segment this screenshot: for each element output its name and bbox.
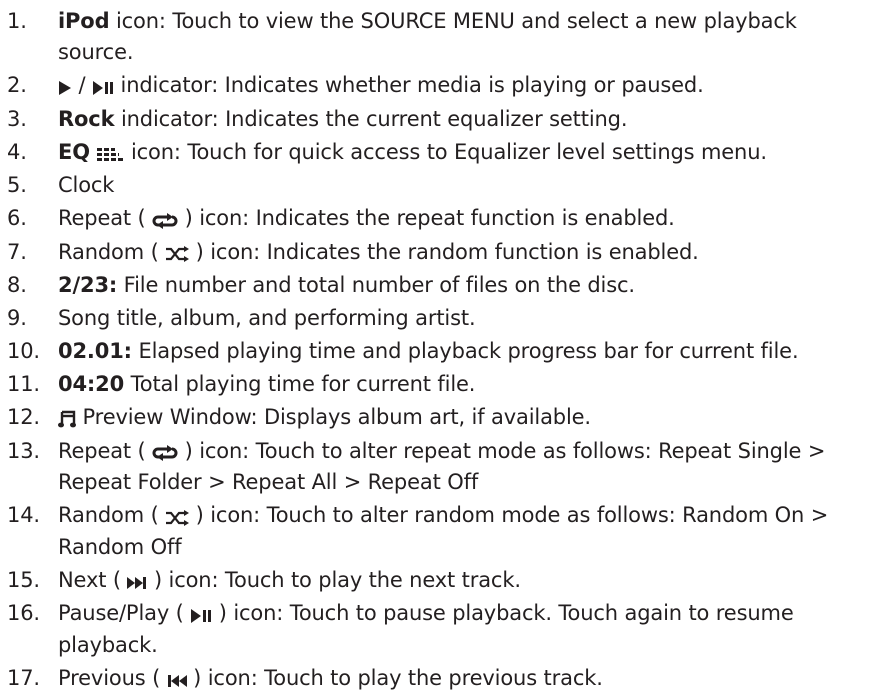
list-item: 15. Next ( ) icon: Touch to play the nex… (0, 565, 858, 597)
list-item: 3. Rock indicator: Indicates the current… (0, 104, 858, 135)
previous-track-icon (167, 663, 187, 694)
item-number: 15. (7, 565, 47, 596)
item-term: 04:20 (58, 372, 124, 396)
item-number: 7. (7, 237, 47, 268)
item-text: File number and total number of files on… (117, 273, 635, 297)
item-number: 10. (7, 336, 47, 367)
item-number: 3. (7, 104, 47, 135)
item-text: Preview Window: Displays album art, if a… (76, 405, 591, 429)
shuffle-icon (165, 501, 189, 532)
item-text: Song title, album, and performing artist… (58, 306, 476, 330)
item-number: 17. (7, 663, 47, 694)
list-item: 12. Preview Window: Displays album art, … (0, 402, 858, 434)
list-item: 7. Random ( ) icon: Indicates the random… (0, 237, 858, 269)
item-number: 6. (7, 203, 47, 234)
item-number: 2. (7, 70, 47, 101)
play-pause-icon (92, 71, 114, 102)
list-item: 11. 04:20 Total playing time for current… (0, 369, 858, 400)
item-prefix: Repeat ( (58, 439, 152, 463)
item-text: ) icon: Touch to play the next track. (147, 568, 520, 592)
item-text: ) icon: Indicates the repeat function is… (178, 206, 675, 230)
play-icon (58, 71, 72, 102)
list-item: 2. / indicator: Indicates whether media … (0, 70, 858, 102)
item-number: 14. (7, 500, 47, 531)
item-term: EQ (58, 140, 90, 164)
list-item: 10. 02.01: Elapsed playing time and play… (0, 336, 858, 367)
item-prefix: Random ( (58, 503, 165, 527)
list-item: 16. Pause/Play ( ) icon: Touch to pause … (0, 598, 858, 661)
list-item: 5. Clock (0, 170, 858, 201)
list-item: 4. EQ icon: Touch for quick access to Eq… (0, 137, 858, 169)
repeat-icon (152, 436, 178, 467)
item-number: 12. (7, 402, 47, 433)
list-item: 9. Song title, album, and performing art… (0, 303, 858, 334)
item-prefix: Random ( (58, 240, 165, 264)
equalizer-icon (96, 137, 124, 168)
item-term: iPod (58, 9, 109, 33)
item-term: Rock (58, 107, 114, 131)
item-text: icon: Touch to view the SOURCE MENU and … (58, 9, 797, 64)
play-pause-icon (190, 599, 212, 630)
numbered-list: 1. iPod icon: Touch to view the SOURCE M… (0, 0, 870, 694)
item-number: 1. (7, 6, 47, 37)
item-separator: / (72, 73, 92, 97)
item-text: ) icon: Indicates the random function is… (189, 240, 699, 264)
item-prefix: Pause/Play ( (58, 601, 190, 625)
item-number: 13. (7, 436, 47, 467)
item-number: 11. (7, 369, 47, 400)
item-term: 02.01: (58, 339, 132, 363)
item-term: 2/23: (58, 273, 117, 297)
item-number: 9. (7, 303, 47, 334)
item-number: 16. (7, 598, 47, 629)
list-item: 14. Random ( ) icon: Touch to alter rand… (0, 500, 858, 563)
item-prefix: Repeat ( (58, 206, 152, 230)
repeat-icon (152, 204, 178, 235)
item-number: 8. (7, 270, 47, 301)
item-text: Elapsed playing time and playback progre… (132, 339, 799, 363)
list-item: 13. Repeat ( ) icon: Touch to alter repe… (0, 436, 858, 499)
list-item: 8. 2/23: File number and total number of… (0, 270, 858, 301)
list-item: 17. Previous ( ) icon: Touch to play the… (0, 663, 858, 694)
list-item: 1. iPod icon: Touch to view the SOURCE M… (0, 6, 858, 68)
item-number: 5. (7, 170, 47, 201)
music-note-icon (58, 403, 76, 434)
item-text: Clock (58, 173, 114, 197)
item-number: 4. (7, 137, 47, 168)
item-prefix: Next ( (58, 568, 127, 592)
item-text: Total playing time for current file. (124, 372, 475, 396)
shuffle-icon (165, 237, 189, 268)
list-item: 6. Repeat ( ) icon: Indicates the repeat… (0, 203, 858, 235)
item-text: indicator: Indicates the current equaliz… (114, 107, 627, 131)
item-text: icon: Touch for quick access to Equalize… (124, 140, 766, 164)
item-text: ) icon: Touch to play the previous track… (187, 666, 603, 690)
item-text: indicator: Indicates whether media is pl… (114, 73, 704, 97)
item-prefix: Previous ( (58, 666, 167, 690)
next-track-icon (127, 565, 147, 596)
